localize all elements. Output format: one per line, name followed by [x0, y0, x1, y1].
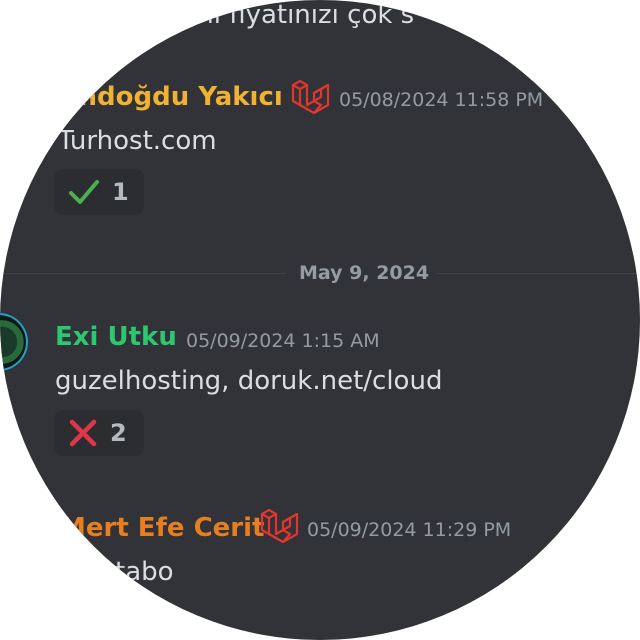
reaction-count: 2 — [110, 419, 127, 447]
message-text: guzelhosting, doruk.net/cloud — [55, 366, 443, 396]
message-author[interactable]: ündoğdu Yakıcı — [60, 81, 283, 113]
laravel-role-icon — [260, 508, 299, 544]
reaction-count: 1 — [112, 178, 129, 206]
message-timestamp: 05/08/2024 11:58 PM — [339, 89, 544, 111]
cross-icon — [69, 419, 97, 447]
message-author[interactable]: Mert Efe Cerit — [60, 512, 264, 544]
message-text: tabo — [115, 557, 174, 587]
reaction-button[interactable]: 2 — [54, 410, 144, 456]
message-timestamp: 05/09/2024 11:29 PM — [307, 519, 512, 541]
previous-message-text: ini fiyatınızı çok s — [190, 0, 415, 30]
divider-line-right — [436, 273, 640, 274]
message-text: Turhost.com — [58, 126, 217, 156]
message-timestamp: 05/09/2024 1:15 AM — [186, 330, 380, 352]
laravel-role-icon — [291, 79, 330, 115]
check-icon — [69, 180, 99, 204]
message-author[interactable]: Exi Utku — [55, 321, 177, 353]
avatar[interactable] — [0, 313, 28, 371]
reaction-button[interactable]: 1 — [54, 169, 144, 215]
divider-line-left — [0, 273, 286, 274]
date-divider: May 9, 2024 — [299, 262, 430, 284]
chat-viewport: ini fiyatınızı çok s ündoğdu Yakıcı 05/0… — [0, 0, 640, 640]
